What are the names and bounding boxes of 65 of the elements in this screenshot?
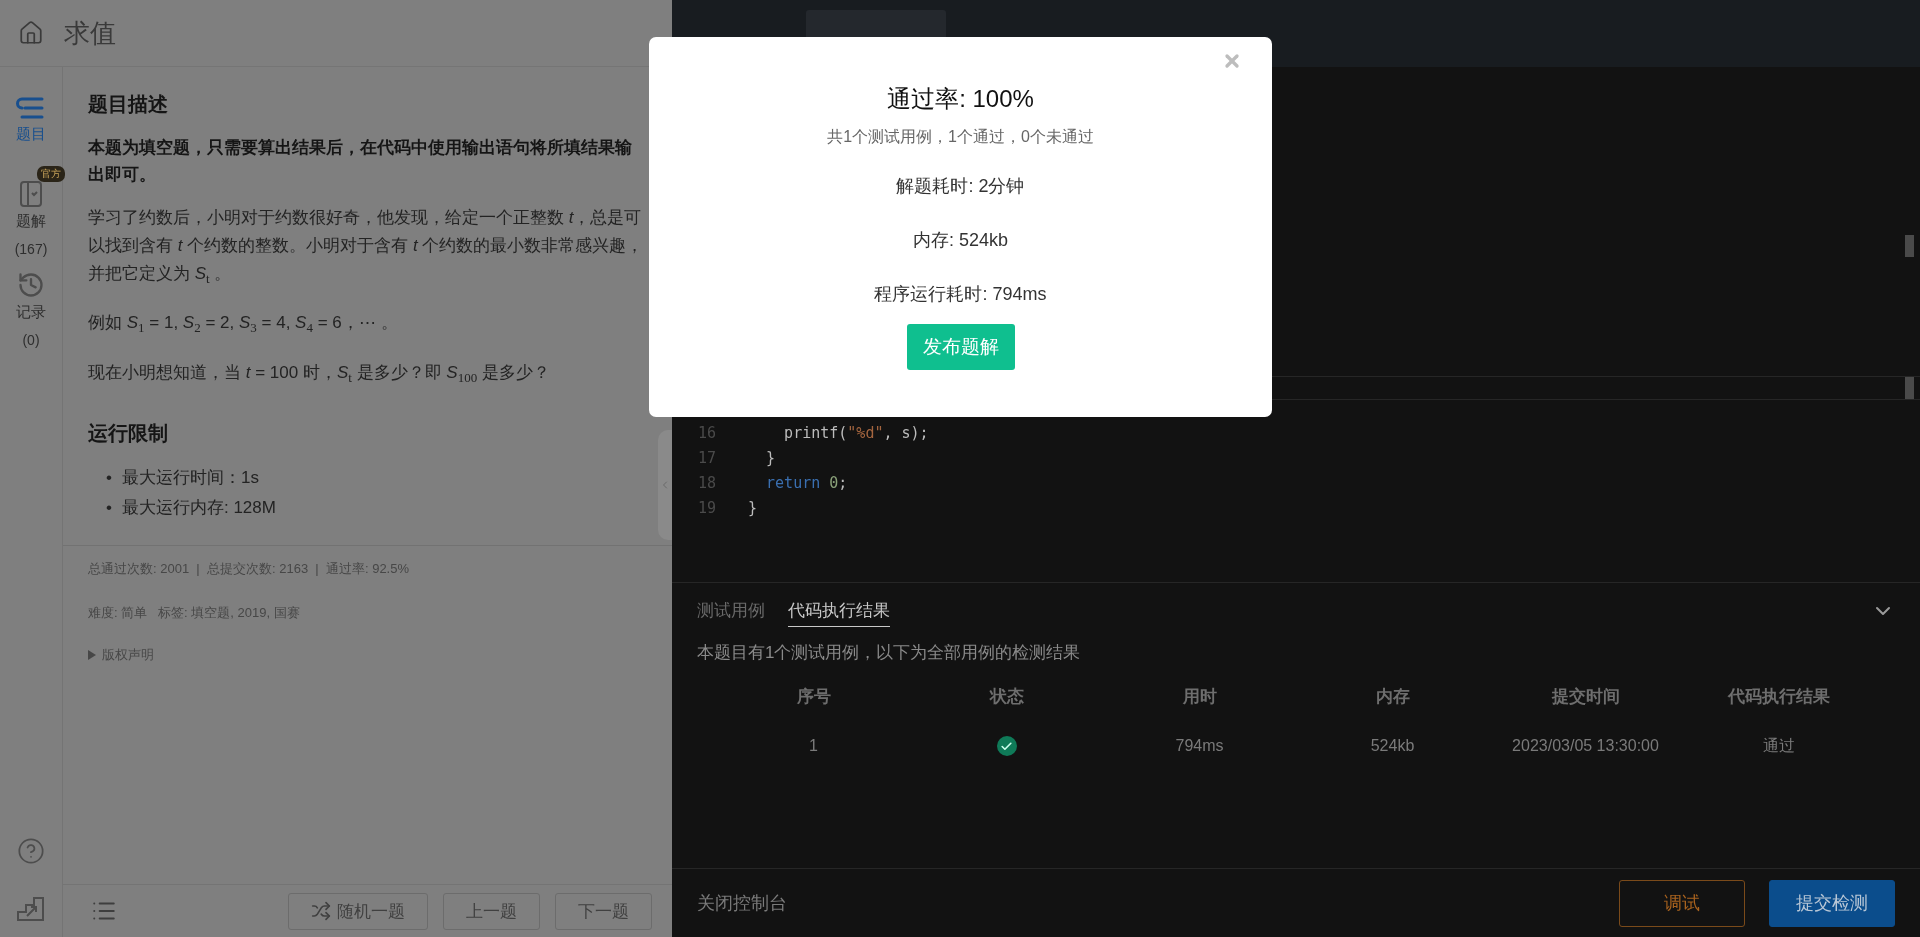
dialog-detail: 解题耗时: 2分钟 <box>896 175 1025 198</box>
table-cell-text: 1 <box>808 736 819 756</box>
list-icon <box>16 95 46 121</box>
bullet: • <box>106 467 112 490</box>
column-header: 提交时间 <box>1550 686 1621 708</box>
notice-text: 本题为填空题，只需要算出结果后，在代码中使用输出语句将所填结果输出即可。 <box>88 137 633 186</box>
book-icon <box>19 180 43 208</box>
help-icon[interactable] <box>17 837 45 865</box>
console-tab[interactable]: 代码执行结果 <box>788 595 890 627</box>
table-cell-text: 524kb <box>1369 736 1416 756</box>
nav-count: (0) <box>22 332 40 348</box>
problem-title: 求值 <box>64 16 116 50</box>
table-cell-text: 通过 <box>1761 735 1796 756</box>
line-number: 18 <box>696 473 716 492</box>
paragraph: 现在小明想知道，当 t = 100 时，S$_{t}$ 是多少？即 S$_{100}$ 是多少？ <box>88 361 551 388</box>
code-line: } <box>765 448 776 467</box>
nav-button[interactable]: 下一题 <box>555 892 652 930</box>
nav-button[interactable]: 随机一题 <box>288 892 428 930</box>
column-header: 状态 <box>988 686 1025 708</box>
collapse-handle[interactable] <box>658 430 672 540</box>
dialog-detail: 程序运行耗时: 794ms <box>874 283 1047 306</box>
nav-item[interactable]: 题解 (167) <box>14 180 48 257</box>
nav-label: 记录 <box>16 303 46 322</box>
limit-item: 最大运行内存: 128M <box>121 497 276 520</box>
bullet: • <box>106 497 112 520</box>
nav-button[interactable]: 上一题 <box>443 892 540 930</box>
column-header: 用时 <box>1181 686 1218 708</box>
dialog-title: 通过率: 100% <box>887 84 1034 114</box>
column-header: 代码执行结果 <box>1726 686 1831 708</box>
official-badge: 官方 <box>37 166 66 182</box>
home-icon[interactable] <box>18 20 44 46</box>
code-line: printf("%d", s); <box>783 423 929 442</box>
triangle-icon <box>88 650 96 661</box>
column-header: 序号 <box>795 686 832 708</box>
section-heading: 运行限制 <box>88 421 169 447</box>
history-icon <box>17 271 45 299</box>
nav-count: (167) <box>14 241 48 257</box>
code-line: } <box>748 498 758 517</box>
nav-label: 题解 <box>16 212 46 231</box>
nav-item[interactable]: 记录 (0) <box>16 271 46 348</box>
summary-text: 本题目有1个测试用例，以下为全部用例的检测结果 <box>697 642 1082 664</box>
line-number: 19 <box>696 498 716 517</box>
table-cell-text: 794ms <box>1174 736 1225 756</box>
paragraph: 例如 S$_{1}$ = 1, S$_{2}$ = 2, S$_{3}$ = 4, S$_{4}$ = 6，⋯ 。 <box>88 312 399 338</box>
nav-item[interactable]: 题目 <box>16 95 46 144</box>
code-line: return 0; <box>765 473 848 492</box>
shuffle-icon <box>311 901 331 921</box>
scrollbar-thumb[interactable] <box>1905 377 1914 399</box>
submit-button[interactable]: 提交检测 <box>1769 879 1895 927</box>
line-number: 16 <box>696 423 716 442</box>
scrollbar-thumb[interactable] <box>1905 235 1914 257</box>
dialog-subtitle: 共1个测试用例，1个通过，0个未通过 <box>827 127 1094 147</box>
close-console-link[interactable]: 关闭控制台 <box>697 891 787 915</box>
line-number: 17 <box>696 448 716 467</box>
debug-button[interactable]: 调试 <box>1619 879 1745 927</box>
nav-label: 题目 <box>16 125 46 144</box>
limit-item: 最大运行时间：1s <box>121 467 259 490</box>
table-cell-text: 2023/03/05 13:30:00 <box>1511 736 1660 756</box>
paragraph: 学习了约数后，小明对于约数很好奇，他发现，给定一个正整数 t，总是可以找到含有 t 个约数的整数。小明对于含有 t 个约数的最小数非常感兴趣，并把它定义为 S$_{t}$ 。 <box>88 207 645 289</box>
console-tab[interactable]: 测试用例 <box>697 595 765 627</box>
section-heading: 题目描述 <box>88 92 169 117</box>
close-icon[interactable] <box>1222 51 1242 71</box>
dialog-detail: 内存: 524kb <box>912 229 1008 252</box>
column-header: 内存 <box>1374 686 1411 708</box>
publish-button[interactable]: 发布题解 <box>906 324 1015 370</box>
